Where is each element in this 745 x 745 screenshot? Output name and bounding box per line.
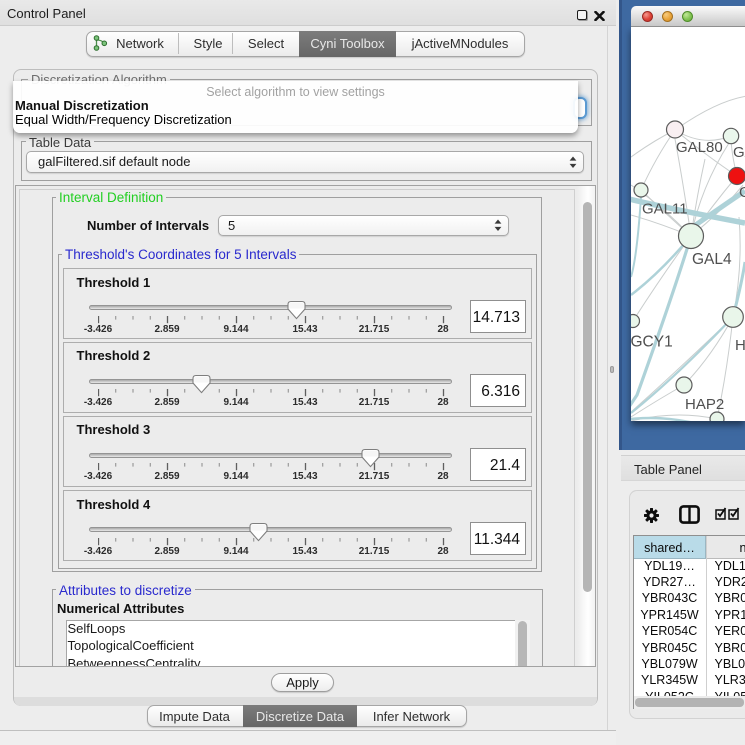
svg-text:GCY1: GCY1 (631, 334, 673, 351)
svg-text:HAP2: HAP2 (685, 396, 724, 413)
svg-text:G: G (739, 184, 745, 201)
svg-text:GAL80: GAL80 (676, 139, 723, 156)
svg-text:GAL11: GAL11 (642, 201, 688, 218)
svg-text:H: H (735, 337, 745, 354)
svg-text:GAL4: GAL4 (692, 251, 732, 268)
svg-text:GA: GA (733, 144, 745, 161)
